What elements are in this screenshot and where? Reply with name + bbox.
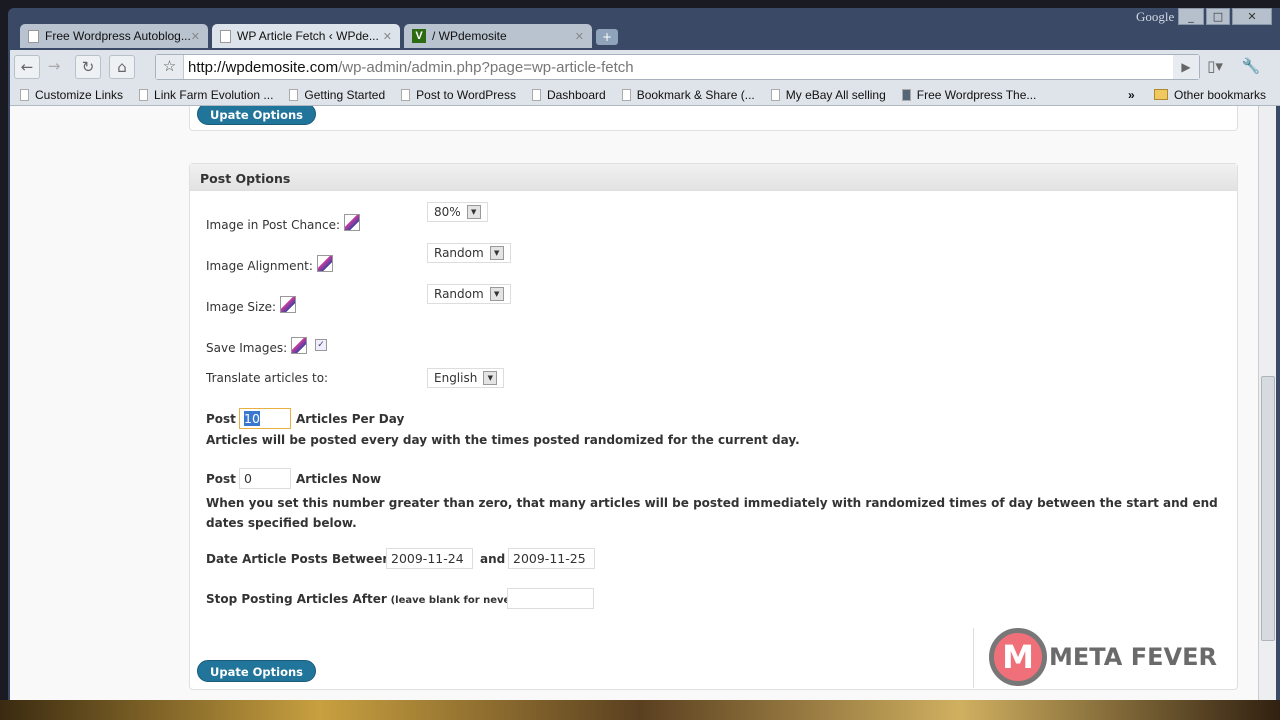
desktop-background: [0, 700, 1280, 720]
post-label: Post: [206, 412, 236, 426]
page-menu-icon[interactable]: ▯▾: [1202, 55, 1228, 79]
page-icon: [401, 88, 411, 101]
per-day-label: Articles Per Day: [296, 412, 405, 426]
help-image-icon[interactable]: [316, 255, 333, 272]
address-bar[interactable]: ☆ http://wpdemosite.com/wp-admin/admin.p…: [155, 54, 1200, 80]
tab-wpdemosite[interactable]: V / WPdemosite ✕: [404, 24, 592, 48]
bookmark-item[interactable]: Dashboard: [531, 88, 606, 102]
tab-autoblog[interactable]: Free Wordpress Autoblog... ✕: [20, 24, 208, 48]
page-icon: [220, 29, 231, 43]
page-icon: [28, 29, 39, 43]
translate-select[interactable]: English ▼: [427, 368, 505, 388]
save-images-checkbox[interactable]: ✓: [315, 339, 327, 351]
previous-section-box: Upate Options: [189, 106, 1238, 131]
image-size-select[interactable]: Random ▼: [427, 284, 511, 304]
post-options-box: Post Options Image in Post Chance: 80% ▼ …: [189, 163, 1238, 690]
other-bookmarks[interactable]: Other bookmarks: [1154, 88, 1266, 102]
date-end-input[interactable]: 2009-11-25: [508, 548, 595, 569]
tab-article-fetch[interactable]: WP Article Fetch ‹ WPde... ✕: [212, 24, 400, 48]
meta-fever-watermark: M META FEVER: [989, 628, 1217, 686]
page-icon: [289, 88, 299, 101]
help-image-icon[interactable]: [291, 337, 308, 354]
image-alignment-select[interactable]: Random ▼: [427, 243, 511, 263]
toolbar: ← → ↻ ⌂ ☆ http://wpdemosite.com/wp-admin…: [10, 50, 1280, 84]
articles-now-input[interactable]: 0: [239, 468, 291, 489]
page-content: Upate Options Post Options Image in Post…: [10, 106, 1258, 700]
close-tab-icon[interactable]: ✕: [383, 30, 392, 43]
image-chance-label: Image in Post Chance:: [206, 214, 361, 232]
close-tab-icon[interactable]: ✕: [575, 30, 584, 43]
star-icon[interactable]: ☆: [156, 55, 184, 79]
image-alignment-label: Image Alignment:: [206, 255, 333, 273]
now-help: When you set this number greater than ze…: [206, 496, 1218, 530]
per-day-help: Articles will be posted every day with t…: [206, 433, 800, 447]
page-icon: [770, 88, 780, 101]
stop-date-input[interactable]: [507, 588, 594, 609]
page-icon: [139, 88, 149, 101]
stop-label: Stop Posting Articles After (leave blank…: [206, 592, 524, 606]
logo-icon: M: [989, 628, 1047, 686]
update-options-button[interactable]: Upate Options: [197, 660, 317, 682]
go-icon[interactable]: ▶: [1173, 55, 1199, 79]
scrollbar[interactable]: [1258, 106, 1276, 700]
translate-label: Translate articles to:: [206, 371, 329, 385]
bookmarks-bar: Customize Links Link Farm Evolution ... …: [10, 84, 1280, 106]
v-icon: V: [412, 29, 426, 43]
save-images-label: Save Images:: [206, 337, 308, 355]
chevron-down-icon: ▼: [483, 371, 498, 385]
bookmark-item[interactable]: Free Wordpress The...: [901, 88, 1036, 102]
section-title: Post Options: [190, 164, 1237, 191]
bookmark-item[interactable]: My eBay All selling: [770, 88, 886, 102]
tab-strip: Free Wordpress Autoblog... ✕ WP Article F…: [20, 24, 618, 48]
wrench-icon[interactable]: 🔧: [1238, 55, 1264, 79]
bookmark-item[interactable]: Customize Links: [20, 88, 123, 102]
bookmark-item[interactable]: Post to WordPress: [401, 88, 516, 102]
chevron-down-icon: ▼: [466, 205, 481, 219]
minimize-button[interactable]: _: [1178, 8, 1204, 25]
articles-per-day-input[interactable]: 10: [239, 408, 291, 429]
help-image-icon[interactable]: [280, 296, 297, 313]
divider: [973, 628, 974, 688]
home-button[interactable]: ⌂: [109, 55, 135, 79]
close-tab-icon[interactable]: ✕: [191, 30, 200, 43]
page-icon: [20, 88, 29, 101]
reload-button[interactable]: ↻: [75, 55, 101, 79]
page-icon: [531, 88, 541, 101]
folder-icon: [1154, 89, 1168, 100]
date-label: Date Article Posts Between: [206, 552, 391, 566]
update-options-button-top[interactable]: Upate Options: [197, 106, 317, 125]
and-label: and: [480, 552, 506, 566]
bookmark-item[interactable]: Link Farm Evolution ...: [139, 88, 273, 102]
close-window-button[interactable]: ✕: [1232, 8, 1272, 25]
bookmark-item[interactable]: Getting Started: [289, 88, 385, 102]
new-tab-button[interactable]: +: [596, 29, 618, 45]
now-label: Articles Now: [296, 472, 382, 486]
page-icon: [621, 88, 631, 101]
chevron-down-icon: ▼: [489, 287, 504, 301]
forward-button[interactable]: →: [41, 55, 67, 79]
help-image-icon[interactable]: [344, 214, 361, 231]
bookmarks-overflow-button[interactable]: »: [1128, 88, 1135, 102]
chevron-down-icon: ▼: [489, 246, 504, 260]
maximize-button[interactable]: □: [1206, 8, 1230, 25]
theme-icon: [901, 88, 911, 101]
image-size-label: Image Size:: [206, 296, 297, 314]
scrollbar-thumb[interactable]: [1261, 376, 1275, 641]
image-chance-select[interactable]: 80% ▼: [427, 202, 488, 222]
post-label: Post: [206, 472, 236, 486]
back-button[interactable]: ←: [14, 55, 40, 79]
date-start-input[interactable]: 2009-11-24: [386, 548, 473, 569]
google-label: Google: [1136, 9, 1175, 24]
bookmark-item[interactable]: Bookmark & Share (...: [621, 88, 755, 102]
